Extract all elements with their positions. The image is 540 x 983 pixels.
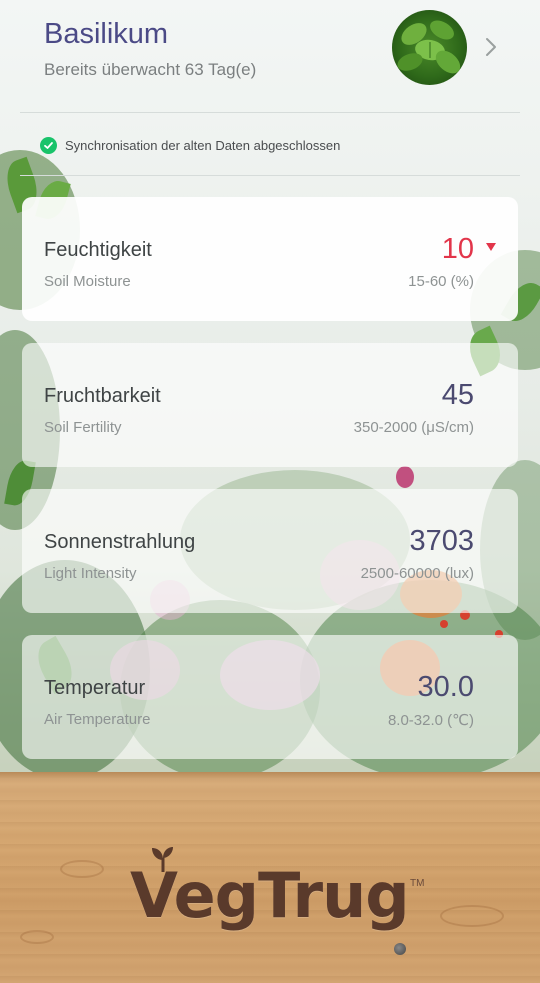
metric-card-light[interactable]: Sonnenstrahlung Light Intensity 3703 250… — [22, 489, 518, 613]
metric-subtitle: Air Temperature — [44, 711, 151, 728]
metric-range: 15-60 (%) — [408, 273, 474, 290]
metric-subtitle: Light Intensity — [44, 565, 137, 582]
plant-header[interactable]: Basilikum Bereits überwacht 63 Tag(e) — [0, 0, 540, 112]
bolt-icon — [394, 943, 406, 955]
check-circle-icon — [40, 136, 57, 154]
plant-name: Basilikum — [44, 18, 169, 50]
metric-subtitle: Soil Moisture — [44, 273, 131, 290]
metric-title: Sonnenstrahlung — [44, 531, 196, 553]
metric-card-fertility[interactable]: Fruchtbarkeit Soil Fertility 45 350-2000… — [22, 343, 518, 467]
metric-value: 10 — [441, 233, 474, 265]
basil-leaves-image — [397, 20, 461, 74]
metric-range: 350-2000 (μS/cm) — [353, 419, 474, 436]
vegtrug-logo: VegTrug TM — [130, 847, 430, 955]
sync-status: Synchronisation der alten Daten abgeschl… — [40, 134, 340, 156]
metric-card-temperature[interactable]: Temperatur Air Temperature 30.0 8.0-32.0… — [22, 635, 518, 759]
header-divider — [20, 112, 520, 113]
sync-status-text: Synchronisation der alten Daten abgeschl… — [65, 137, 341, 153]
metric-title: Feuchtigkeit — [44, 239, 152, 261]
metric-subtitle: Soil Fertility — [44, 419, 122, 436]
metric-title: Fruchtbarkeit — [44, 385, 161, 407]
chevron-right-icon[interactable] — [480, 34, 502, 60]
metric-card-moisture[interactable]: Feuchtigkeit Soil Moisture 10 15-60 (%) — [22, 197, 518, 321]
logo-trademark: TM — [410, 878, 425, 889]
metric-range: 2500-60000 (lux) — [360, 565, 474, 582]
sync-divider — [20, 175, 520, 176]
metric-value: 30.0 — [417, 671, 474, 703]
metric-value: 3703 — [409, 525, 474, 557]
monitoring-duration: Bereits überwacht 63 Tag(e) — [44, 60, 257, 79]
metric-value: 45 — [441, 379, 474, 411]
metric-range: 8.0-32.0 (℃) — [387, 712, 474, 729]
alert-down-icon — [486, 243, 496, 251]
plant-avatar[interactable] — [392, 10, 467, 85]
sprout-icon — [152, 847, 173, 872]
metric-title: Temperatur — [44, 677, 146, 699]
